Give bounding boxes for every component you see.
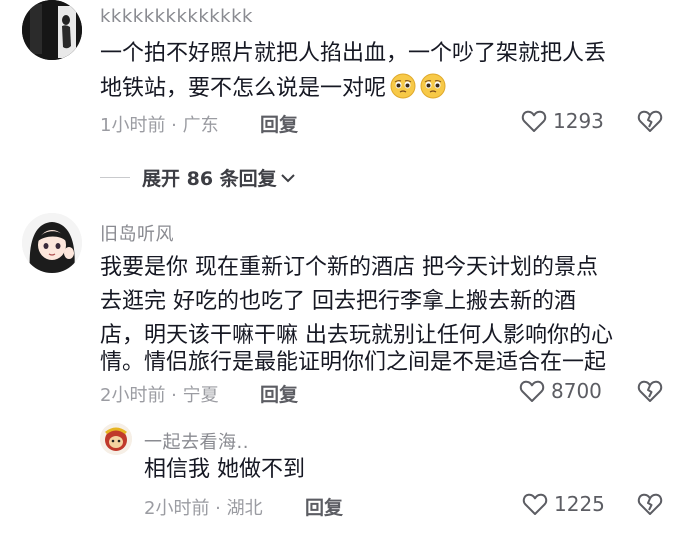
pleading-face-emoji bbox=[390, 73, 416, 99]
comment-time-location: 2小时前 · 湖北 bbox=[144, 498, 263, 519]
chevron-down-icon bbox=[280, 173, 295, 182]
reply-button[interactable]: 回复 bbox=[260, 380, 298, 407]
comment-text-line: 相信我 她做不到 bbox=[144, 457, 305, 482]
expand-replies-button[interactable]: 展开 86 条回复 bbox=[142, 164, 296, 191]
broken-heart-icon bbox=[637, 380, 663, 402]
comment-text: 地铁站，要不怎么说是一对呢 bbox=[100, 76, 387, 101]
comment-time-location: 1小时前 · 广东 bbox=[100, 115, 219, 136]
comment-text: 一个拍不好照片就把人掐出血，一个吵了架就把人丢 bbox=[100, 41, 607, 66]
heart-icon bbox=[522, 493, 548, 515]
broken-heart-icon bbox=[637, 110, 663, 132]
like-count: 1225 bbox=[554, 492, 605, 516]
pleading-face-emoji bbox=[420, 73, 446, 99]
like-button[interactable]: 1293 bbox=[521, 109, 604, 133]
expand-divider bbox=[100, 177, 130, 178]
comment-text-line: 去逛完 好吃的也吃了 回去把行李拿上搬去新的酒 bbox=[100, 289, 576, 314]
expand-replies-label: 展开 86 条回复 bbox=[142, 168, 277, 190]
heart-icon bbox=[519, 380, 545, 402]
monkey-avatar-image bbox=[100, 423, 132, 455]
comment-text-line: 情。情侣旅行是最能证明你们之间是不是适合在一起 bbox=[100, 350, 607, 375]
dislike-button[interactable] bbox=[637, 109, 663, 137]
anime-girl-avatar-image bbox=[22, 213, 82, 273]
comment-username[interactable]: kkkkkkkkkkkkkk bbox=[100, 6, 253, 27]
heart-icon bbox=[521, 110, 547, 132]
silhouette-avatar-image bbox=[22, 0, 82, 60]
reply-button[interactable]: 回复 bbox=[305, 493, 343, 520]
dislike-button[interactable] bbox=[637, 492, 663, 520]
reply-button[interactable]: 回复 bbox=[260, 110, 298, 137]
like-button[interactable]: 1225 bbox=[522, 492, 605, 516]
dislike-button[interactable] bbox=[637, 379, 663, 407]
like-count: 8700 bbox=[551, 379, 602, 403]
avatar[interactable] bbox=[100, 423, 132, 455]
comment-text-line: 一个拍不好照片就把人掐出血，一个吵了架就把人丢 bbox=[100, 36, 606, 71]
avatar[interactable] bbox=[22, 0, 82, 60]
comment-text-line: 地铁站，要不怎么说是一对呢 bbox=[100, 71, 446, 106]
like-count: 1293 bbox=[553, 109, 604, 133]
comment-text-line: 我要是你 现在重新订个新的酒店 把今天计划的景点 bbox=[100, 255, 598, 280]
broken-heart-icon bbox=[637, 493, 663, 515]
like-button[interactable]: 8700 bbox=[519, 379, 602, 403]
comment-username[interactable]: 旧岛听风 bbox=[100, 220, 174, 246]
comment-username[interactable]: 一起去看海.. bbox=[144, 428, 249, 454]
avatar[interactable] bbox=[22, 213, 82, 273]
comment-time-location: 2小时前 · 宁夏 bbox=[100, 385, 219, 406]
